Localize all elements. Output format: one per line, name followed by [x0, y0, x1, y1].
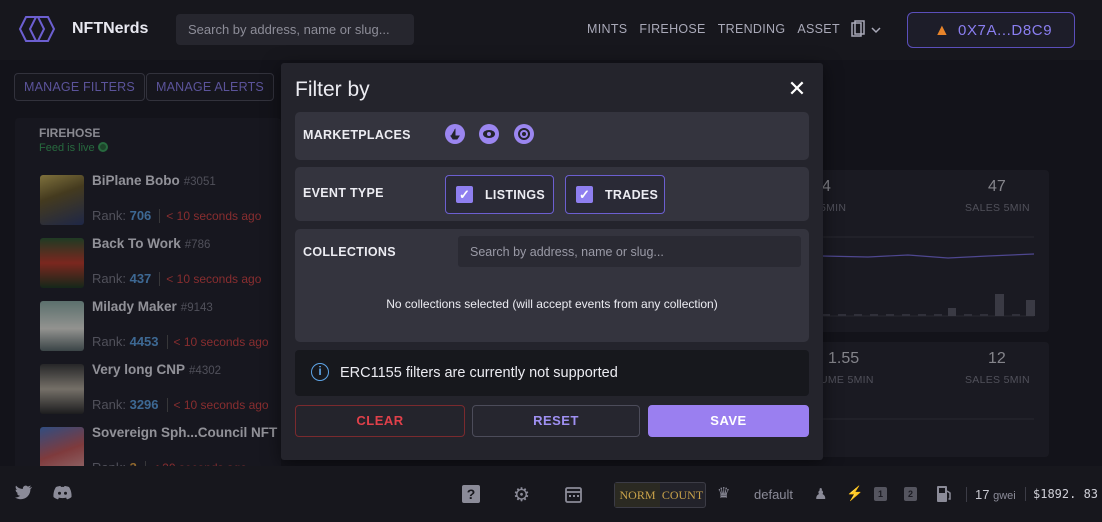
nav-trending[interactable]: TRENDING	[718, 22, 786, 36]
filter-modal: Filter by ✕ MARKETPLACES EVENT TYPE ✓ LI…	[281, 63, 823, 460]
gas-price: 17 gwei	[966, 487, 1016, 502]
eth-price: $1892. 83	[1025, 487, 1098, 501]
slot-1-icon[interactable]: 1	[874, 487, 887, 501]
event-type-section: EVENT TYPE ✓ LISTINGS ✓ TRADES	[295, 167, 809, 221]
default-label[interactable]: default	[754, 487, 793, 502]
gas-value: 17	[975, 487, 990, 502]
nav-asset[interactable]: ASSET	[797, 22, 840, 36]
nav-firehose[interactable]: FIREHOSE	[639, 22, 705, 36]
gas-unit: gwei	[993, 490, 1016, 502]
discord-icon[interactable]	[53, 486, 72, 500]
checkmark-icon: ✓	[456, 186, 473, 203]
medal-icon[interactable]: ♛	[717, 484, 730, 502]
reset-button[interactable]: RESET	[472, 405, 640, 437]
nav-mints[interactable]: MINTS	[587, 22, 627, 36]
slot-2-icon[interactable]: 2	[904, 487, 917, 501]
listings-label: LISTINGS	[485, 187, 546, 202]
top-nav-bar: NFTNerds Search by address, name or slug…	[0, 0, 1102, 60]
trades-label: TRADES	[605, 187, 659, 202]
bookmarks-dropdown-icon[interactable]	[850, 20, 884, 40]
gas-pump-icon	[937, 486, 951, 502]
checkmark-icon: ✓	[576, 186, 593, 203]
x2y2-icon[interactable]	[514, 124, 534, 144]
nftnerds-logo-icon[interactable]	[14, 14, 60, 44]
trades-toggle[interactable]: ✓ TRADES	[565, 175, 665, 214]
info-icon: i	[311, 363, 329, 381]
lightning-icon[interactable]: ⚡	[846, 485, 863, 502]
main-nav: MINTS FIREHOSE TRENDING ASSET	[587, 22, 840, 36]
metamask-fox-icon: ▲	[934, 22, 951, 39]
collections-empty-text: No collections selected (will accept eve…	[386, 297, 718, 311]
walking-icon[interactable]: ♟	[814, 485, 827, 503]
marketplaces-label: MARKETPLACES	[303, 128, 411, 142]
gear-icon[interactable]: ⚙	[513, 484, 530, 507]
collections-search-input[interactable]	[458, 236, 801, 267]
collections-section: COLLECTIONS No collections selected (wil…	[295, 229, 809, 342]
opensea-icon[interactable]	[445, 124, 465, 144]
norm-option[interactable]: NORM	[615, 483, 660, 507]
event-type-label: EVENT TYPE	[303, 186, 384, 200]
global-search-input[interactable]: Search by address, name or slug...	[176, 14, 414, 45]
info-banner: i ERC1155 filters are currently not supp…	[295, 350, 809, 396]
help-icon[interactable]: ?	[462, 485, 480, 503]
norm-count-toggle[interactable]: NORM COUNT	[614, 482, 706, 508]
brand-name[interactable]: NFTNerds	[72, 20, 148, 38]
wallet-button[interactable]: ▲ 0X7A...D8C9	[907, 12, 1075, 48]
listings-toggle[interactable]: ✓ LISTINGS	[445, 175, 554, 214]
twitter-icon[interactable]	[15, 485, 33, 500]
count-option[interactable]: COUNT	[660, 483, 705, 507]
save-button[interactable]: SAVE	[648, 405, 809, 437]
close-icon[interactable]: ✕	[786, 78, 808, 100]
marketplaces-section: MARKETPLACES	[295, 112, 809, 160]
wallet-address: 0X7A...D8C9	[958, 21, 1053, 39]
looksrare-icon[interactable]	[479, 124, 499, 144]
calendar-icon[interactable]	[565, 486, 582, 503]
collections-label: COLLECTIONS	[303, 245, 396, 259]
modal-title: Filter by	[295, 78, 370, 101]
clear-button[interactable]: CLEAR	[295, 405, 465, 437]
info-text: ERC1155 filters are currently not suppor…	[340, 365, 618, 381]
